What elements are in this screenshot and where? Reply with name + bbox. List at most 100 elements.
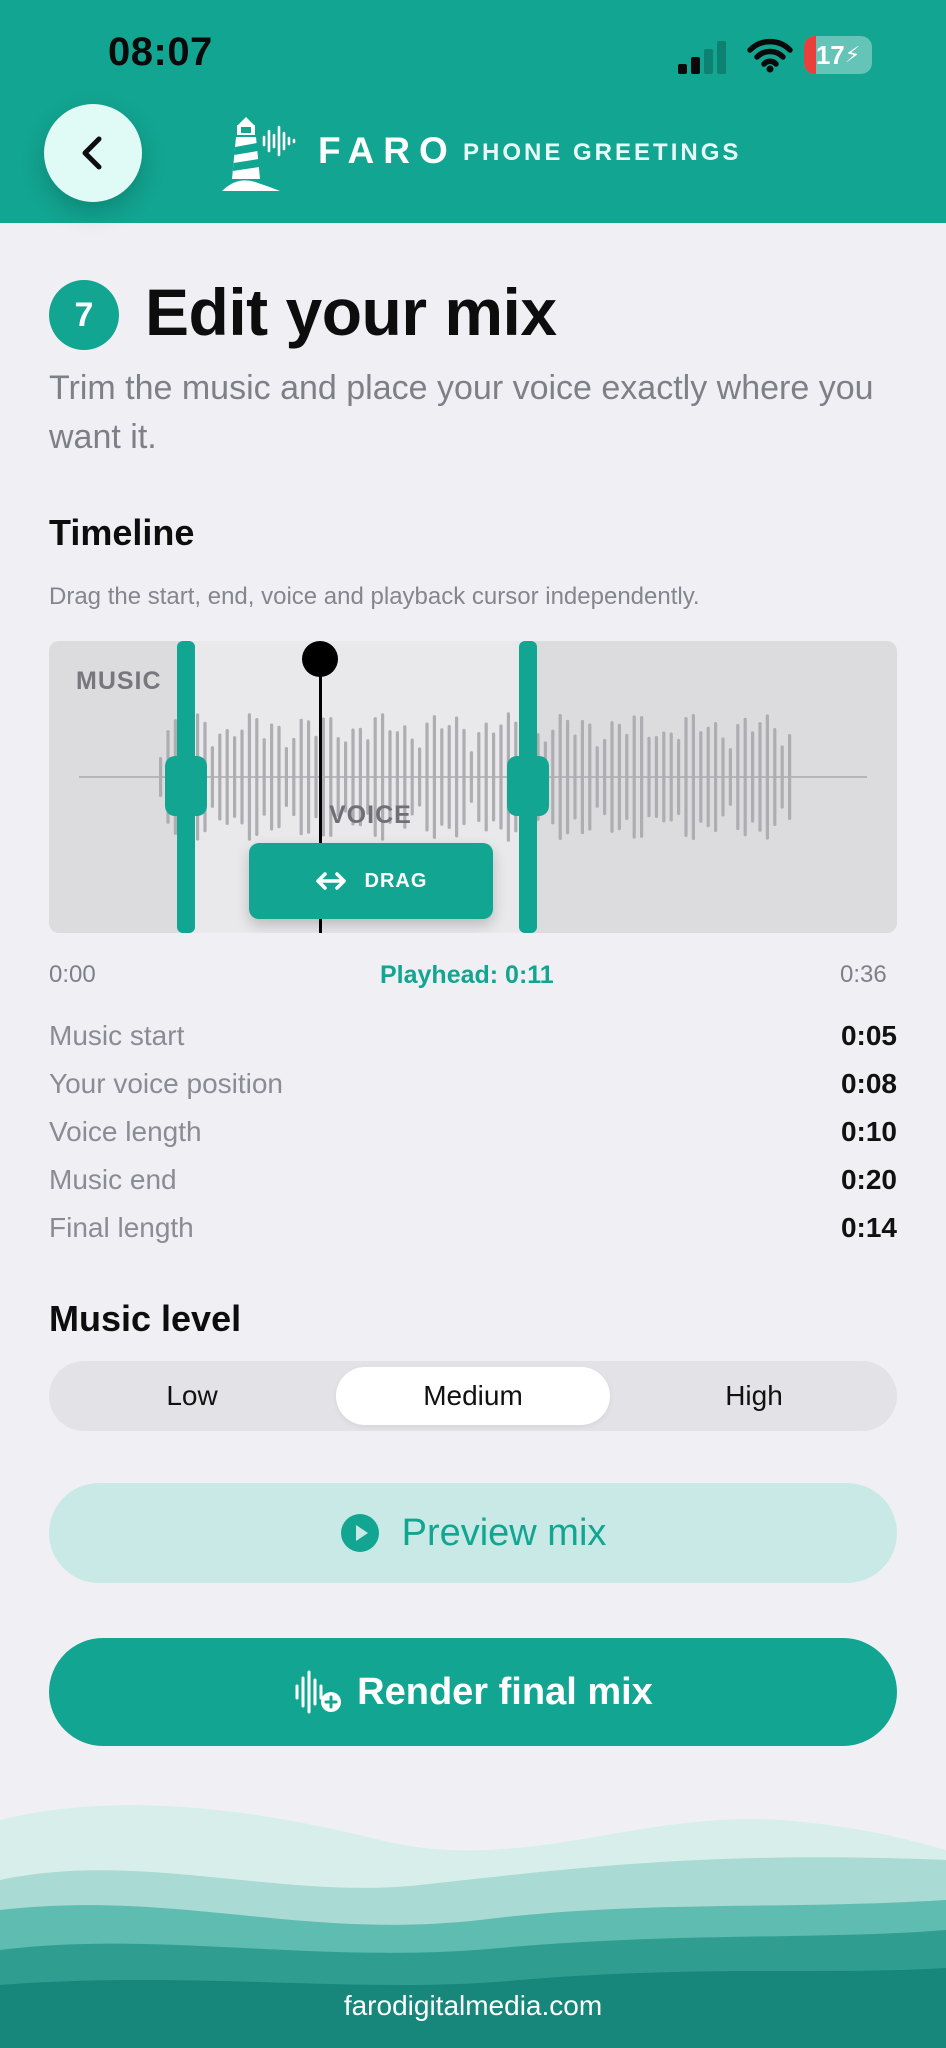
waveform-bar xyxy=(595,746,599,808)
timeline-track[interactable]: MUSIC VOICE DRAG xyxy=(49,641,897,933)
waveform-bar xyxy=(728,748,732,806)
stat-label: Final length xyxy=(49,1212,194,1243)
stat-value: 0:14 xyxy=(840,1212,897,1243)
music-end-grip[interactable] xyxy=(507,756,549,816)
waveform-bar xyxy=(662,731,666,823)
chevron-left-icon xyxy=(82,136,102,170)
status-time: 08:07 xyxy=(108,30,213,74)
waveform-bar xyxy=(418,747,422,807)
stat-value: 0:20 xyxy=(840,1164,897,1195)
music-track-label: MUSIC xyxy=(76,667,162,695)
battery-indicator: 17 ⚡ xyxy=(804,36,872,74)
waveform-bar xyxy=(255,718,259,836)
waveform-bar xyxy=(714,722,718,832)
waveform-bar xyxy=(225,729,229,825)
play-circle-icon xyxy=(340,1514,379,1552)
waveform-bar xyxy=(684,716,688,838)
render-final-mix-label: Render final mix xyxy=(357,1670,653,1713)
waveform-bar xyxy=(455,716,459,838)
music-start-handle[interactable] xyxy=(165,641,207,933)
waveform-bar xyxy=(218,733,222,821)
page-title: Edit your mix xyxy=(145,275,557,349)
music-level-low[interactable]: Low xyxy=(55,1367,329,1425)
waveform-bar xyxy=(462,728,466,826)
waveform-bar xyxy=(691,713,695,841)
waveform-add-icon xyxy=(295,1670,342,1714)
cellular-signal-icon xyxy=(678,41,726,74)
stat-label: Music end xyxy=(49,1164,177,1195)
waveform-bar xyxy=(780,745,784,809)
app-header: 08:07 17 ⚡ FARO PHONE GREETINGS xyxy=(0,0,946,223)
timeline-end-time: 0:36 xyxy=(840,961,887,988)
stat-label: Music start xyxy=(49,1020,185,1051)
waveform-bar xyxy=(469,751,473,803)
waveform-bar xyxy=(743,717,747,837)
music-start-grip[interactable] xyxy=(165,756,207,816)
brand-tagline: PHONE GREETINGS xyxy=(463,139,742,166)
waveform-bar xyxy=(425,722,429,832)
waveform-bar xyxy=(588,723,592,831)
playhead-readout: Playhead: 0:11 xyxy=(380,961,554,989)
footer-website-link[interactable]: farodigitalmedia.com xyxy=(0,1990,946,2022)
timeline-heading: Timeline xyxy=(49,512,195,553)
waveform-bar xyxy=(440,728,444,826)
stat-music-start: Music start 0:05 xyxy=(49,1020,897,1060)
preview-mix-button[interactable]: Preview mix xyxy=(49,1483,897,1583)
status-icons: 17 ⚡ xyxy=(676,36,876,76)
waveform-bar xyxy=(314,735,318,819)
music-level-high[interactable]: High xyxy=(617,1367,891,1425)
battery-percent: 17 xyxy=(815,39,845,70)
waveform-bar xyxy=(321,717,325,837)
waveform-bar xyxy=(773,727,777,827)
waveform-bar xyxy=(677,738,681,816)
waveform-bar xyxy=(499,724,503,830)
preview-mix-label: Preview mix xyxy=(401,1511,607,1554)
waveform-bar xyxy=(706,726,710,828)
stat-value: 0:10 xyxy=(840,1116,897,1147)
drag-label: DRAG xyxy=(364,869,428,892)
waveform-bar xyxy=(758,722,762,832)
waveform-bar xyxy=(640,716,644,838)
back-button[interactable] xyxy=(44,104,142,202)
waveform-bar xyxy=(262,738,266,816)
waveform-bar xyxy=(492,732,496,822)
music-level-medium[interactable]: Medium xyxy=(336,1367,610,1425)
waveform-bar xyxy=(654,735,658,819)
render-final-mix-button[interactable]: Render final mix xyxy=(49,1638,897,1746)
waveform-bar xyxy=(603,738,607,816)
music-level-heading: Music level xyxy=(49,1298,242,1339)
waveform-bar xyxy=(736,723,740,831)
waveform-bar xyxy=(765,714,769,840)
lighthouse-logo-icon xyxy=(222,117,296,191)
waveform-bar xyxy=(558,714,562,840)
waveform-bar xyxy=(477,731,481,823)
stat-music-end: Music end 0:20 xyxy=(49,1164,897,1204)
timeline-helper-text: Drag the start, end, voice and playback … xyxy=(49,583,700,610)
step-number-badge: 7 xyxy=(49,280,119,350)
waveform-bar xyxy=(647,736,651,818)
voice-drag-handle[interactable]: DRAG xyxy=(249,843,493,919)
waveform-bar xyxy=(625,733,629,821)
stat-voice-length: Voice length 0:10 xyxy=(49,1116,897,1156)
page-subtitle: Trim the music and place your voice exac… xyxy=(49,369,874,456)
waveform-bar xyxy=(788,734,792,820)
wifi-icon xyxy=(747,38,793,73)
waveform-bar xyxy=(699,731,703,823)
stat-value: 0:05 xyxy=(840,1020,897,1051)
playhead-knob[interactable] xyxy=(302,641,338,677)
stat-value: 0:08 xyxy=(840,1068,897,1099)
waveform-bar xyxy=(447,724,451,830)
waveform-bar xyxy=(721,737,725,817)
horizontal-arrows-icon xyxy=(315,872,346,890)
music-level-selector: Low Medium High xyxy=(49,1361,897,1431)
brand-name: FARO xyxy=(318,130,457,171)
waveform-bar xyxy=(307,720,311,834)
waveform-bar xyxy=(240,729,244,825)
stat-final-length: Final length 0:14 xyxy=(49,1212,897,1252)
waveform-bar xyxy=(292,737,296,817)
waveform-bar xyxy=(484,722,488,832)
waveform-bar xyxy=(233,736,237,818)
waveform-bar xyxy=(573,734,577,820)
waveform-bar xyxy=(580,719,584,835)
music-end-handle[interactable] xyxy=(507,641,549,933)
